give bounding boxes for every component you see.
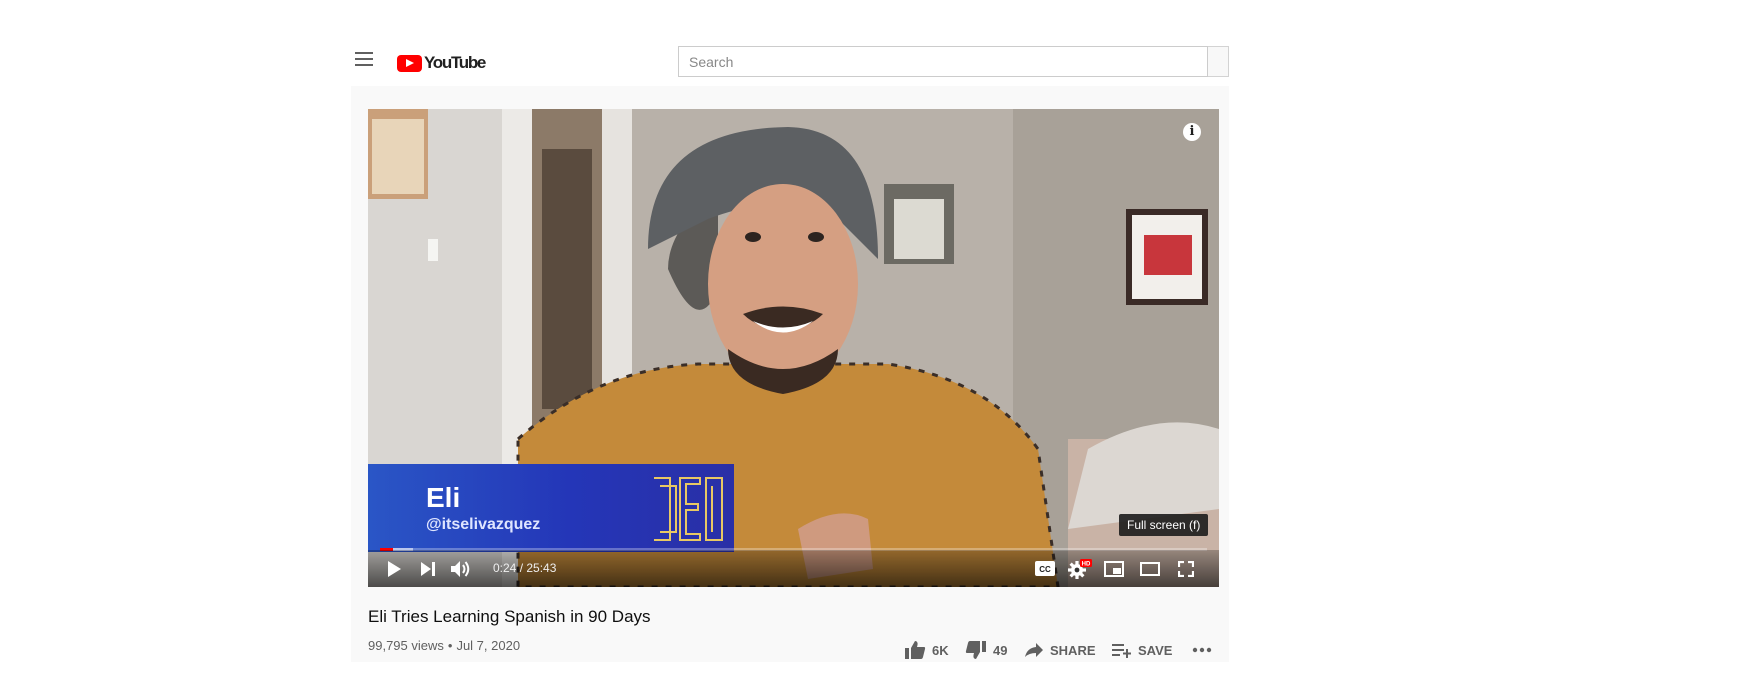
fullscreen-button[interactable] [1174,550,1198,587]
settings-icon: HD [1068,558,1092,579]
logo-text: YouTube [424,53,486,72]
save-label: SAVE [1138,642,1173,658]
creator-handle: @itselivazquez [426,516,541,533]
play-icon [388,560,401,577]
masthead: YouTube [351,36,1229,86]
theater-mode-button[interactable] [1138,550,1162,587]
captions-icon: CC [1035,561,1055,576]
hd-badge: HD [1082,561,1091,567]
miniplayer-icon [1104,560,1124,577]
player-controls: 0:24 / 25:43 CC HD [368,550,1219,587]
settings-button[interactable]: HD [1066,550,1094,587]
video-title: Eli Tries Learning Spanish in 90 Days [368,607,651,626]
search-box[interactable] [678,46,1208,77]
share-label: SHARE [1050,642,1096,658]
video-actions: 6K 49 SHARE SAVE [351,638,1229,662]
miniplayer-button[interactable] [1102,550,1126,587]
play-button[interactable] [382,550,406,587]
save-button[interactable]: SAVE [1112,638,1172,662]
dislike-count: 49 [993,642,1008,658]
search-icon [1228,55,1229,69]
dislike-button[interactable]: 49 [965,638,1007,662]
next-icon [421,561,435,576]
search-button[interactable] [1208,46,1229,77]
fullscreen-tooltip: Full screen (f) [1119,514,1209,536]
captions-button[interactable]: CC [1033,550,1057,587]
watch-page: YouTube Search Eli @itselivazquez i Full… [351,36,1229,662]
fullscreen-icon [1178,560,1194,577]
like-button[interactable]: 6K [904,638,949,662]
more-icon [1192,647,1212,653]
volume-button[interactable] [448,550,474,587]
channel-monogram-icon [654,477,723,541]
theater-icon [1140,561,1160,576]
svg-text:CC: CC [1039,565,1051,574]
search-input[interactable] [679,47,1207,76]
like-count: 6K [932,642,949,658]
add-to-playlist-icon [1112,644,1131,658]
share-button[interactable]: SHARE [1024,638,1096,662]
video-player[interactable]: Eli @itselivazquez i Full screen (f) 0:2… [368,109,1219,587]
volume-icon [451,560,470,577]
thumbs-down-icon [965,641,986,659]
share-icon [1025,643,1043,657]
time-display: 0:24 / 25:43 [493,561,557,575]
creator-name: Eli [426,482,461,513]
next-button[interactable] [416,550,440,587]
thumbs-up-icon [905,641,926,659]
more-actions-button[interactable] [1192,638,1218,662]
name-lower-third: Eli @itselivazquez [368,464,734,552]
menu-icon[interactable] [355,52,373,66]
youtube-logo[interactable]: YouTube [397,53,486,73]
info-icon[interactable]: i [1183,123,1201,141]
youtube-logo-icon [397,54,422,72]
